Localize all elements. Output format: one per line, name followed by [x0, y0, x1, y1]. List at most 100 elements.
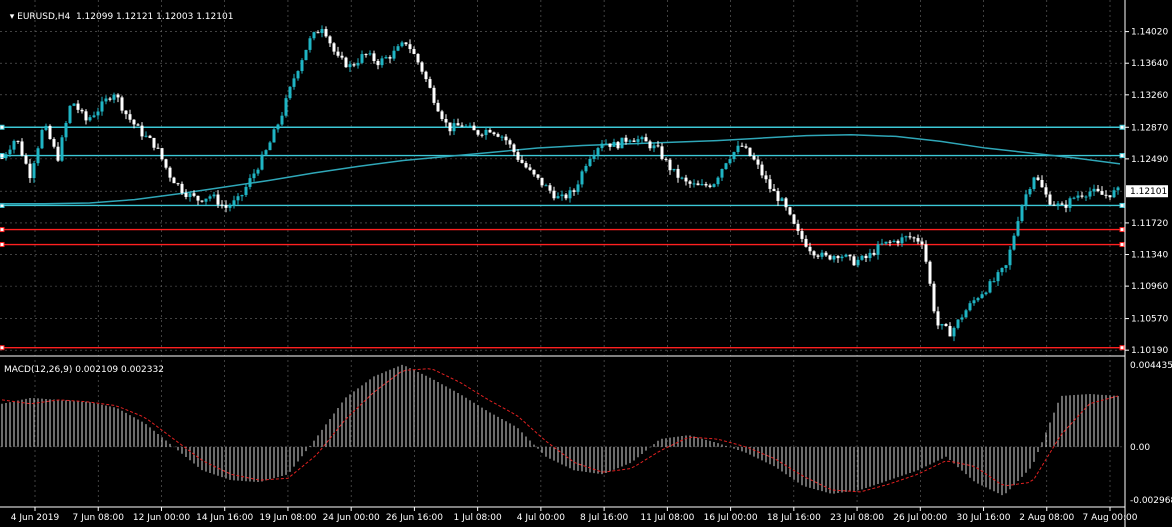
candle-body: [1024, 194, 1028, 206]
candle-body: [152, 137, 156, 148]
candle-body: [1104, 194, 1108, 196]
time-tick-label: 7 Jun 08:00: [73, 513, 125, 523]
candle-body: [748, 147, 752, 157]
candle-body: [804, 238, 808, 247]
candle-body: [972, 300, 976, 304]
candle-body: [984, 292, 988, 295]
candle-body: [660, 146, 664, 159]
candle-body: [648, 141, 652, 149]
candle-body: [572, 190, 576, 192]
candle-body: [108, 98, 112, 100]
triangle-down-icon[interactable]: ▾: [10, 12, 15, 22]
candle-body: [80, 109, 84, 112]
candle-body: [632, 140, 636, 142]
candle-body: [812, 251, 816, 256]
candle-body: [716, 177, 720, 185]
candle-body: [520, 159, 524, 163]
candle-body: [424, 71, 428, 80]
price-tick-label: 1.12870: [1131, 123, 1168, 133]
candle-body: [224, 205, 228, 208]
candle-body: [484, 129, 488, 136]
candle-body: [328, 36, 332, 44]
candle-body: [376, 60, 380, 66]
candle-body: [624, 137, 628, 142]
time-tick-label: 18 Jul 16:00: [767, 513, 821, 523]
candle-body: [380, 58, 384, 66]
candle-body: [544, 185, 548, 187]
candle-body: [116, 94, 120, 98]
candle-body: [728, 159, 732, 164]
candle-body: [72, 103, 76, 106]
candle-body: [784, 198, 788, 208]
candle-body: [1016, 221, 1020, 236]
candle-body: [536, 174, 540, 178]
time-tick-label: 1 Jul 08:00: [454, 513, 503, 523]
candle-body: [456, 123, 460, 126]
candle-body: [388, 57, 392, 59]
candle-body: [776, 191, 780, 201]
candle-body: [672, 168, 676, 171]
time-tick-label: 2 Aug 08:00: [1019, 513, 1074, 523]
level-handle-left: [0, 242, 5, 248]
candle-body: [32, 163, 36, 179]
candle-body: [220, 204, 224, 206]
candle-body: [448, 122, 452, 132]
candle-body: [176, 183, 180, 185]
candle-body: [0, 158, 4, 160]
candle-body: [28, 163, 32, 179]
candle-body: [296, 71, 300, 79]
level-handle-right: [1119, 202, 1125, 208]
candle-body: [104, 98, 108, 102]
candle-body: [1112, 190, 1116, 198]
candle-body: [848, 254, 852, 257]
candle-body: [864, 255, 868, 259]
chart-canvas[interactable]: 1.14020 1.13640 1.13260 1.12870 1.12490 1.121…: [0, 0, 1172, 527]
candle-body: [668, 159, 672, 171]
candle-body: [164, 159, 168, 168]
macd-scale-label: 0.004435: [1130, 361, 1172, 371]
candle-body: [1116, 187, 1120, 191]
candle-body: [756, 159, 760, 165]
candle-body: [964, 310, 968, 318]
candle-body: [344, 57, 348, 68]
candle-body: [1064, 204, 1068, 208]
candle-body: [548, 185, 552, 191]
price-tick-label: 1.11720: [1131, 219, 1168, 229]
candle-body: [656, 145, 660, 147]
candle-body: [508, 140, 512, 145]
candle-body: [184, 192, 188, 197]
candle-body: [1056, 203, 1060, 206]
candle-body: [240, 195, 244, 197]
candle-body: [192, 193, 196, 196]
candle-body: [564, 194, 568, 199]
candle-body: [1088, 191, 1092, 197]
candle-body: [276, 124, 280, 130]
candle-body: [1020, 205, 1024, 222]
candle-body: [372, 53, 376, 61]
level-handle-right: [1119, 242, 1125, 248]
candle-body: [124, 110, 128, 115]
time-tick-label: 12 Jun 00:00: [133, 513, 190, 523]
candle-body: [92, 115, 96, 118]
candle-body: [612, 141, 616, 147]
candle-body: [156, 147, 160, 149]
candle-body: [912, 237, 916, 239]
macd-scale-label: 0.00: [1130, 443, 1150, 453]
price-tick-label: 1.12490: [1131, 155, 1168, 165]
candle-body: [352, 64, 356, 66]
candle-body: [348, 64, 352, 68]
candle-body: [308, 38, 312, 50]
candle-body: [904, 236, 908, 238]
candle-body: [888, 241, 892, 243]
level-handle-right: [1119, 345, 1125, 351]
candle-body: [992, 281, 996, 283]
candle-body: [236, 196, 240, 201]
candle-body: [1048, 194, 1052, 205]
candle-body: [540, 177, 544, 186]
time-tick-label: 8 Jul 16:00: [580, 513, 629, 523]
candle-body: [196, 195, 200, 201]
level-handle-left: [0, 227, 5, 233]
time-tick-label: 4 Jul 00:00: [517, 513, 566, 523]
candle-body: [832, 256, 836, 260]
candle-body: [900, 237, 904, 244]
